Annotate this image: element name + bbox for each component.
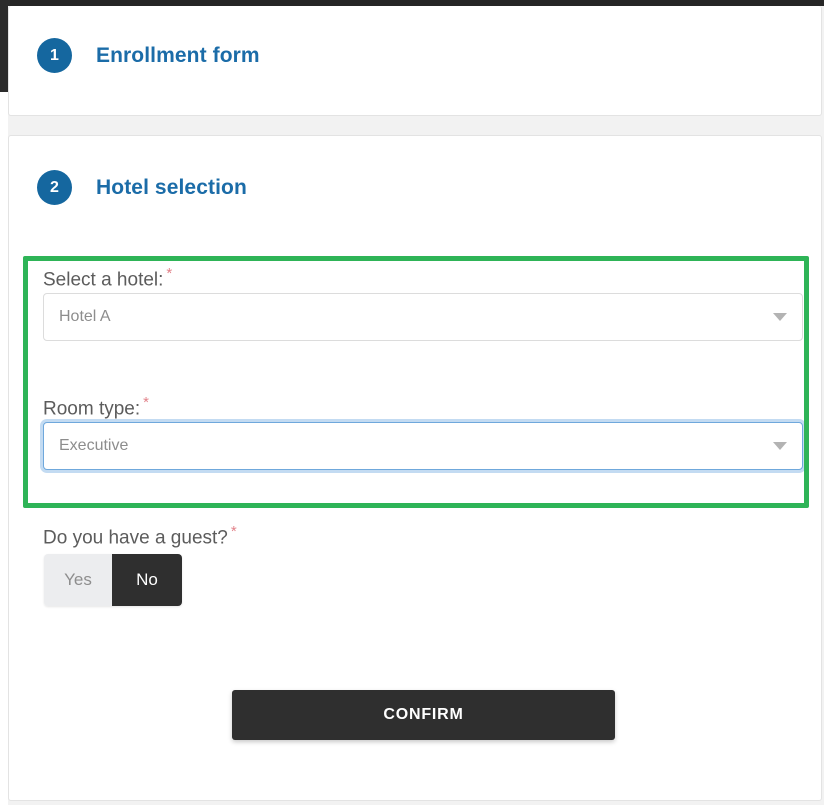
room-type-dropdown[interactable]: Executive [43,422,803,470]
hotel-selection-form: Select a hotel: * Hotel A Room type: * Exe… [9,136,823,802]
step-1-header: 1 Enrollment form [37,38,260,73]
select-hotel-label: Select a hotel: * [43,265,172,291]
room-type-label: Room type: * [43,394,149,420]
room-type-required-marker: * [143,394,149,411]
select-hotel-label-text: Select a hotel: [43,269,164,291]
guest-question-label-text: Do you have a guest? [43,527,228,549]
select-hotel-value: Hotel A [59,308,111,325]
confirm-button[interactable]: CONFIRM [232,690,615,740]
room-type-value: Executive [59,437,129,454]
chevron-down-icon [773,313,787,321]
hotel-selection-card: 2 Hotel selection Select a hotel: * Hotel… [8,135,822,801]
select-hotel-dropdown[interactable]: Hotel A [43,293,803,341]
step-1-number-badge: 1 [37,38,72,73]
enrollment-form-card: 1 Enrollment form [8,6,822,116]
guest-question-label: Do you have a guest? * [43,523,237,549]
room-type-label-text: Room type: [43,398,141,420]
step-1-title: Enrollment form [96,43,260,67]
guest-toggle-group: Yes No [44,554,182,606]
guest-toggle-yes[interactable]: Yes [44,554,112,606]
page-viewport: 1 Enrollment form 2 Hotel selection Sele… [8,6,824,805]
select-hotel-required-marker: * [166,265,173,282]
guest-toggle-no[interactable]: No [112,554,182,606]
guest-required-marker: * [230,523,237,540]
chevron-down-icon [773,442,787,450]
